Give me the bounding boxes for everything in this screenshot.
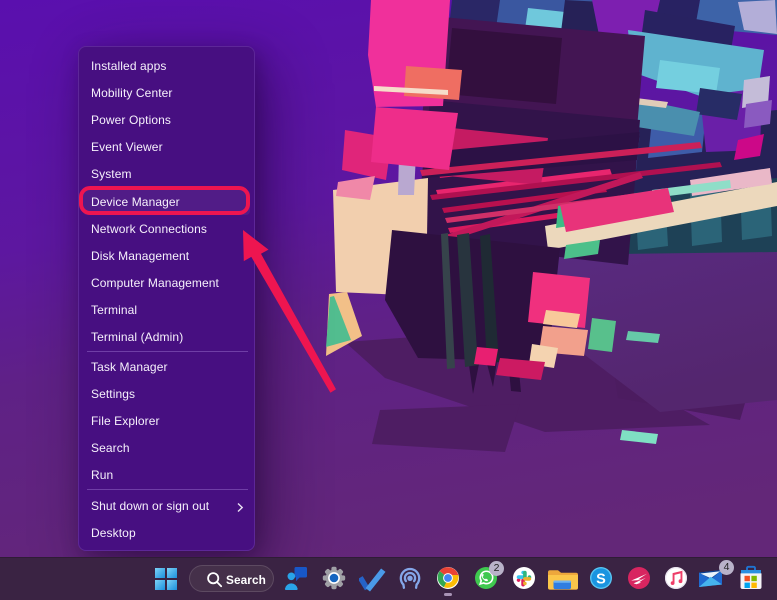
svg-text:S: S — [596, 571, 606, 587]
